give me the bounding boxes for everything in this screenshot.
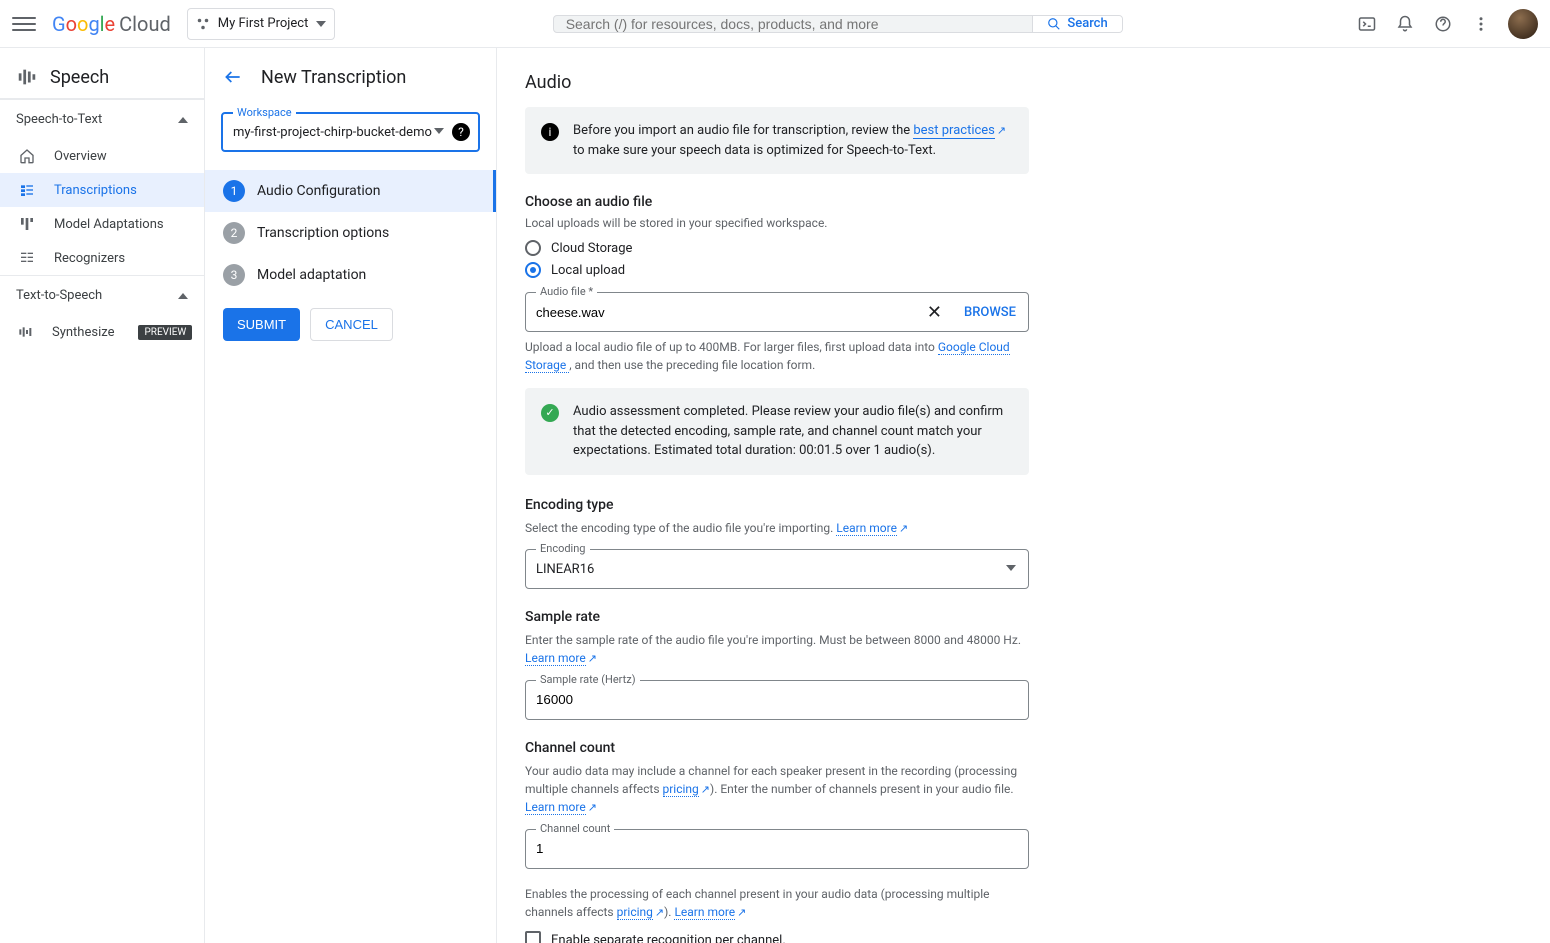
audio-file-input[interactable] (526, 305, 917, 320)
chevron-down-icon (1006, 562, 1016, 577)
cloudshell-icon[interactable] (1356, 13, 1378, 35)
sidebar-section-tts[interactable]: Text-to-Speech (0, 276, 204, 315)
learn-more-encoding[interactable]: Learn more (836, 521, 897, 536)
help-icon[interactable] (1432, 13, 1454, 35)
adaptations-icon (18, 215, 36, 233)
project-name: My First Project (218, 16, 309, 31)
search-input[interactable] (554, 16, 1033, 32)
external-icon: ↗ (701, 783, 710, 796)
back-button[interactable] (223, 66, 245, 88)
external-icon: ↗ (588, 652, 597, 665)
sidebar-item-transcriptions[interactable]: Transcriptions (0, 173, 204, 207)
radio-icon (525, 262, 541, 278)
transcriptions-icon (18, 181, 36, 199)
info-banner: i Before you import an audio file for tr… (525, 107, 1029, 174)
help-icon[interactable]: ? (452, 123, 470, 141)
hamburger-menu[interactable] (12, 12, 36, 36)
audio-heading: Audio (525, 72, 1029, 93)
notifications-icon[interactable] (1394, 13, 1416, 35)
chevron-down-icon (434, 125, 444, 140)
learn-more-samplerate[interactable]: Learn more (525, 651, 586, 666)
project-icon (196, 17, 210, 31)
external-icon: ↗ (588, 801, 597, 814)
clear-file-button[interactable]: ✕ (917, 302, 952, 323)
audio-file-field: Audio file * ✕ BROWSE (525, 292, 1029, 332)
sidebar-item-model-adaptations[interactable]: Model Adaptations (0, 207, 204, 241)
page-title: New Transcription (261, 67, 406, 88)
pricing-link[interactable]: pricing (663, 782, 699, 797)
external-icon: ↗ (899, 522, 908, 535)
cancel-button[interactable]: CANCEL (310, 308, 393, 341)
chevron-up-icon (178, 291, 188, 301)
sidebar-item-recognizers[interactable]: Recognizers (0, 241, 204, 275)
radio-local-upload[interactable]: Local upload (525, 262, 1029, 278)
speech-icon (16, 66, 38, 88)
checkbox-icon (525, 931, 541, 943)
sample-rate-heading: Sample rate (525, 609, 1029, 625)
logo[interactable]: GoogleCloud (52, 12, 171, 36)
submit-button[interactable]: SUBMIT (223, 308, 300, 341)
pricing-link-2[interactable]: pricing (617, 905, 653, 920)
info-icon: i (541, 123, 559, 141)
best-practices-link[interactable]: best practices (913, 123, 995, 139)
annotation-arrow (497, 188, 499, 232)
assessment-banner: ✓ Audio assessment completed. Please rev… (525, 388, 1029, 475)
product-title: Speech (0, 56, 204, 99)
step-audio-config[interactable]: 1Audio Configuration (205, 170, 496, 212)
preview-badge: PREVIEW (138, 325, 192, 340)
learn-more-channel[interactable]: Learn more (525, 800, 586, 815)
channel-count-heading: Channel count (525, 740, 1029, 756)
search-button[interactable]: Search (1032, 16, 1121, 32)
step-transcription-options[interactable]: 2Transcription options (205, 212, 496, 254)
sample-rate-hint: Enter the sample rate of the audio file … (525, 631, 1029, 668)
radio-cloud-storage[interactable]: Cloud Storage (525, 240, 1029, 256)
project-selector[interactable]: My First Project (187, 8, 336, 40)
more-icon[interactable] (1470, 13, 1492, 35)
encoding-select[interactable]: Encoding LINEAR16 (525, 549, 1029, 589)
browse-button[interactable]: BROWSE (952, 305, 1028, 320)
annotation-arrow (497, 228, 507, 272)
encoding-heading: Encoding type (525, 497, 1029, 513)
chevron-up-icon (178, 115, 188, 125)
radio-icon (525, 240, 541, 256)
external-icon: ↗ (655, 906, 664, 919)
external-icon: ↗ (737, 906, 746, 919)
recognizers-icon (18, 249, 36, 267)
avatar[interactable] (1508, 9, 1538, 39)
sample-rate-input[interactable] (536, 692, 1018, 707)
channel-count-field: Channel count (525, 829, 1029, 869)
choose-file-heading: Choose an audio file (525, 194, 1029, 210)
upload-hint: Upload a local audio file of up to 400MB… (525, 338, 1029, 374)
home-icon (18, 147, 36, 165)
sample-rate-field: Sample rate (Hertz) (525, 680, 1029, 720)
enable-hint: Enables the processing of each channel p… (525, 885, 1029, 922)
external-icon: ↗ (997, 124, 1006, 137)
encoding-hint: Select the encoding type of the audio fi… (525, 519, 1029, 538)
check-icon: ✓ (541, 404, 559, 422)
sidebar-item-synthesize[interactable]: SynthesizePREVIEW (0, 315, 204, 349)
channel-count-hint: Your audio data may include a channel fo… (525, 762, 1029, 817)
choose-file-hint: Local uploads will be stored in your spe… (525, 216, 1029, 230)
search-icon (1047, 17, 1061, 31)
synthesize-icon (18, 323, 34, 341)
chevron-down-icon (316, 19, 326, 29)
enable-checkbox-row[interactable]: Enable separate recognition per channel. (525, 931, 1029, 943)
step-model-adaptation[interactable]: 3Model adaptation (205, 254, 496, 296)
learn-more-enable[interactable]: Learn more (674, 905, 735, 920)
channel-count-input[interactable] (536, 841, 1018, 856)
sidebar-section-stt[interactable]: Speech-to-Text (0, 100, 204, 139)
sidebar-item-overview[interactable]: Overview (0, 139, 204, 173)
workspace-select[interactable]: Workspace my-first-project-chirp-bucket-… (221, 112, 480, 152)
